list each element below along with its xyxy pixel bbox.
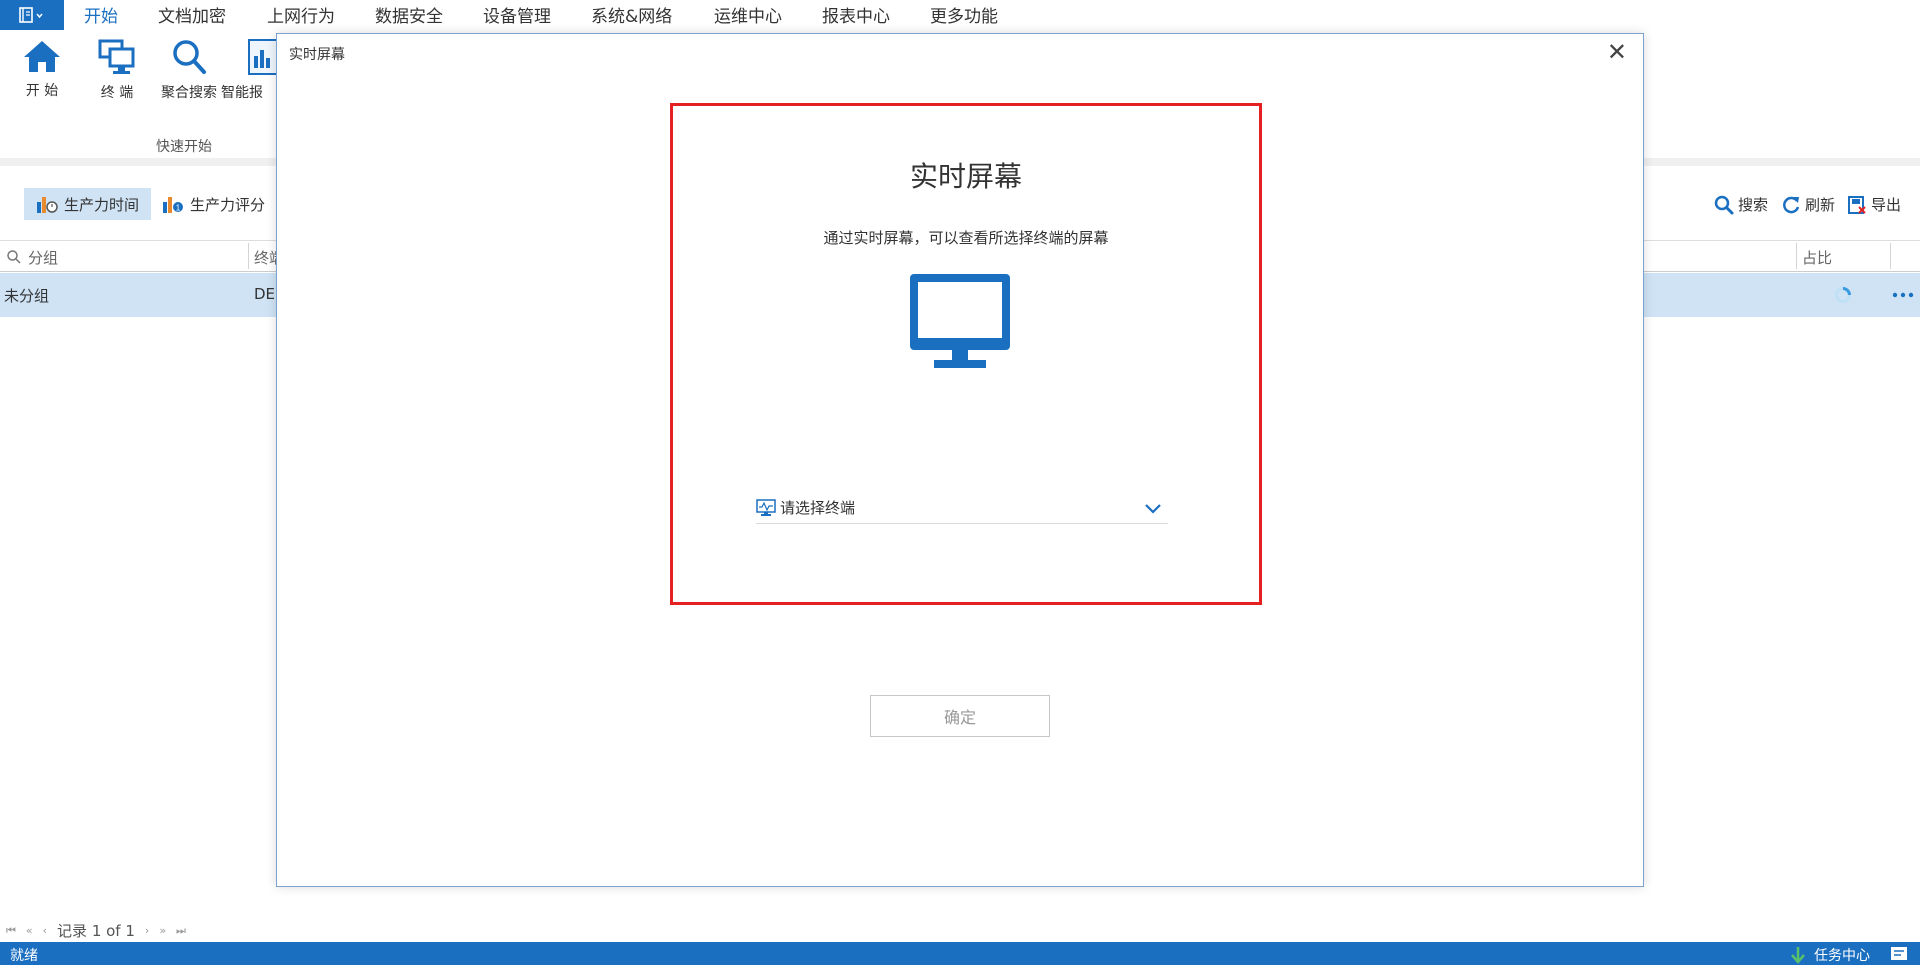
svg-text:1: 1 — [176, 204, 181, 213]
dialog-title: 实时屏幕 — [289, 47, 345, 63]
column-header-group[interactable]: 分组 — [28, 247, 58, 268]
status-bar: 就绪 任务中心 — [0, 942, 1920, 965]
search-icon — [173, 40, 206, 74]
tab-productivity-score[interactable]: 1 生产力评分 — [150, 188, 277, 220]
productivity-time-icon — [37, 197, 58, 213]
pager-next-page-icon[interactable]: » — [159, 924, 166, 937]
ribbon-start-label: 开 始 — [25, 83, 59, 99]
tab-productivity-time[interactable]: 生产力时间 — [24, 188, 152, 220]
ratio-ring-icon — [1835, 287, 1851, 303]
menu-tab-more-features[interactable]: 更多功能 — [930, 2, 998, 27]
confirm-button[interactable]: 确定 — [870, 695, 1050, 737]
task-center-button[interactable]: 任务中心 — [1790, 945, 1870, 965]
column-divider — [1890, 243, 1891, 269]
report-icon — [248, 39, 277, 75]
pager-next-icon[interactable]: › — [145, 924, 149, 937]
tab-productivity-time-label: 生产力时间 — [64, 195, 140, 214]
terminal-monitor-icon — [756, 498, 776, 516]
export-icon — [1848, 195, 1866, 214]
refresh-icon — [1783, 196, 1800, 213]
ribbon-aggregate-search-label: 聚合搜索 — [161, 85, 217, 101]
monitor-icon — [910, 274, 1010, 368]
pager-prev-page-icon[interactable]: « — [26, 924, 33, 937]
search-button-label: 搜索 — [1738, 196, 1769, 214]
filter-search-icon[interactable] — [6, 249, 22, 265]
ribbon-terminal-button[interactable]: 终 端 — [79, 38, 155, 102]
ribbon-group-label: 快速开始 — [156, 139, 212, 155]
menu-tab-system-network[interactable]: 系统&网络 — [591, 2, 672, 27]
refresh-button[interactable]: 刷新 — [1781, 194, 1835, 215]
terminal-select-placeholder: 请选择终端 — [780, 499, 856, 517]
menu-tab-web-behavior[interactable]: 上网行为 — [267, 2, 335, 27]
pager: ⏮ « ‹ 记录 1 of 1 › » ⏭ — [6, 920, 186, 941]
menu-tab-doc-encryption[interactable]: 文档加密 — [158, 2, 226, 27]
dialog-description: 通过实时屏幕，可以查看所选择终端的屏幕 — [823, 229, 1109, 247]
column-divider — [1796, 243, 1797, 269]
task-center-label: 任务中心 — [1814, 948, 1870, 964]
tab-productivity-score-label: 生产力评分 — [190, 195, 266, 214]
message-icon[interactable] — [1890, 946, 1908, 961]
ribbon-smart-report-label: 智能报 — [221, 85, 263, 101]
close-icon[interactable]: ✕ — [1607, 40, 1627, 64]
chevron-down-icon — [1145, 503, 1161, 514]
column-header-ratio[interactable]: 占比 — [1802, 247, 1832, 268]
menu-bar: 开始 文档加密 上网行为 数据安全 设备管理 系统&网络 运维中心 报表中心 更… — [0, 0, 1920, 33]
dialog-heading: 实时屏幕 — [909, 160, 1022, 193]
pager-record-text: 记录 1 of 1 — [57, 922, 135, 940]
app-menu-button[interactable] — [0, 0, 64, 30]
pager-first-icon[interactable]: ⏮ — [6, 924, 16, 938]
export-button[interactable]: 导出 — [1847, 194, 1901, 215]
status-text: 就绪 — [10, 948, 38, 964]
pager-last-icon[interactable]: ⏭ — [176, 924, 186, 938]
menu-tab-device-management[interactable]: 设备管理 — [483, 2, 551, 27]
export-button-label: 导出 — [1871, 196, 1902, 214]
highlighted-content-box: 实时屏幕 通过实时屏幕，可以查看所选择终端的屏幕 请选择终端 — [670, 103, 1262, 605]
ribbon-start-button[interactable]: 开 始 — [4, 38, 80, 100]
home-icon — [24, 41, 60, 72]
menu-tab-start[interactable]: 开始 — [84, 2, 118, 33]
more-options-icon[interactable] — [1892, 291, 1914, 299]
ribbon-terminal-label: 终 端 — [100, 85, 134, 101]
ribbon-aggregate-search-button[interactable]: 聚合搜索 — [151, 38, 227, 102]
realtime-screen-dialog: 实时屏幕 ✕ 实时屏幕 通过实时屏幕，可以查看所选择终端的屏幕 请选择终端 确定 — [276, 33, 1644, 887]
pager-prev-icon[interactable]: ‹ — [43, 924, 47, 937]
cell-group: 未分组 — [4, 287, 50, 305]
terminal-icon — [98, 39, 135, 74]
menu-tab-ops-center[interactable]: 运维中心 — [714, 2, 782, 27]
download-arrow-icon — [1791, 947, 1805, 964]
ribbon-smart-report-button[interactable]: 智能报 — [221, 38, 277, 102]
menu-tab-report-center[interactable]: 报表中心 — [822, 2, 890, 27]
productivity-score-icon: 1 — [163, 197, 183, 213]
menu-tab-data-security[interactable]: 数据安全 — [375, 2, 443, 27]
search-button[interactable]: 搜索 — [1714, 194, 1768, 215]
app-menu-icon — [19, 7, 43, 23]
column-divider — [248, 243, 249, 269]
search-icon — [1714, 195, 1734, 214]
terminal-select-dropdown[interactable]: 请选择终端 — [756, 492, 1168, 524]
refresh-button-label: 刷新 — [1805, 196, 1836, 214]
